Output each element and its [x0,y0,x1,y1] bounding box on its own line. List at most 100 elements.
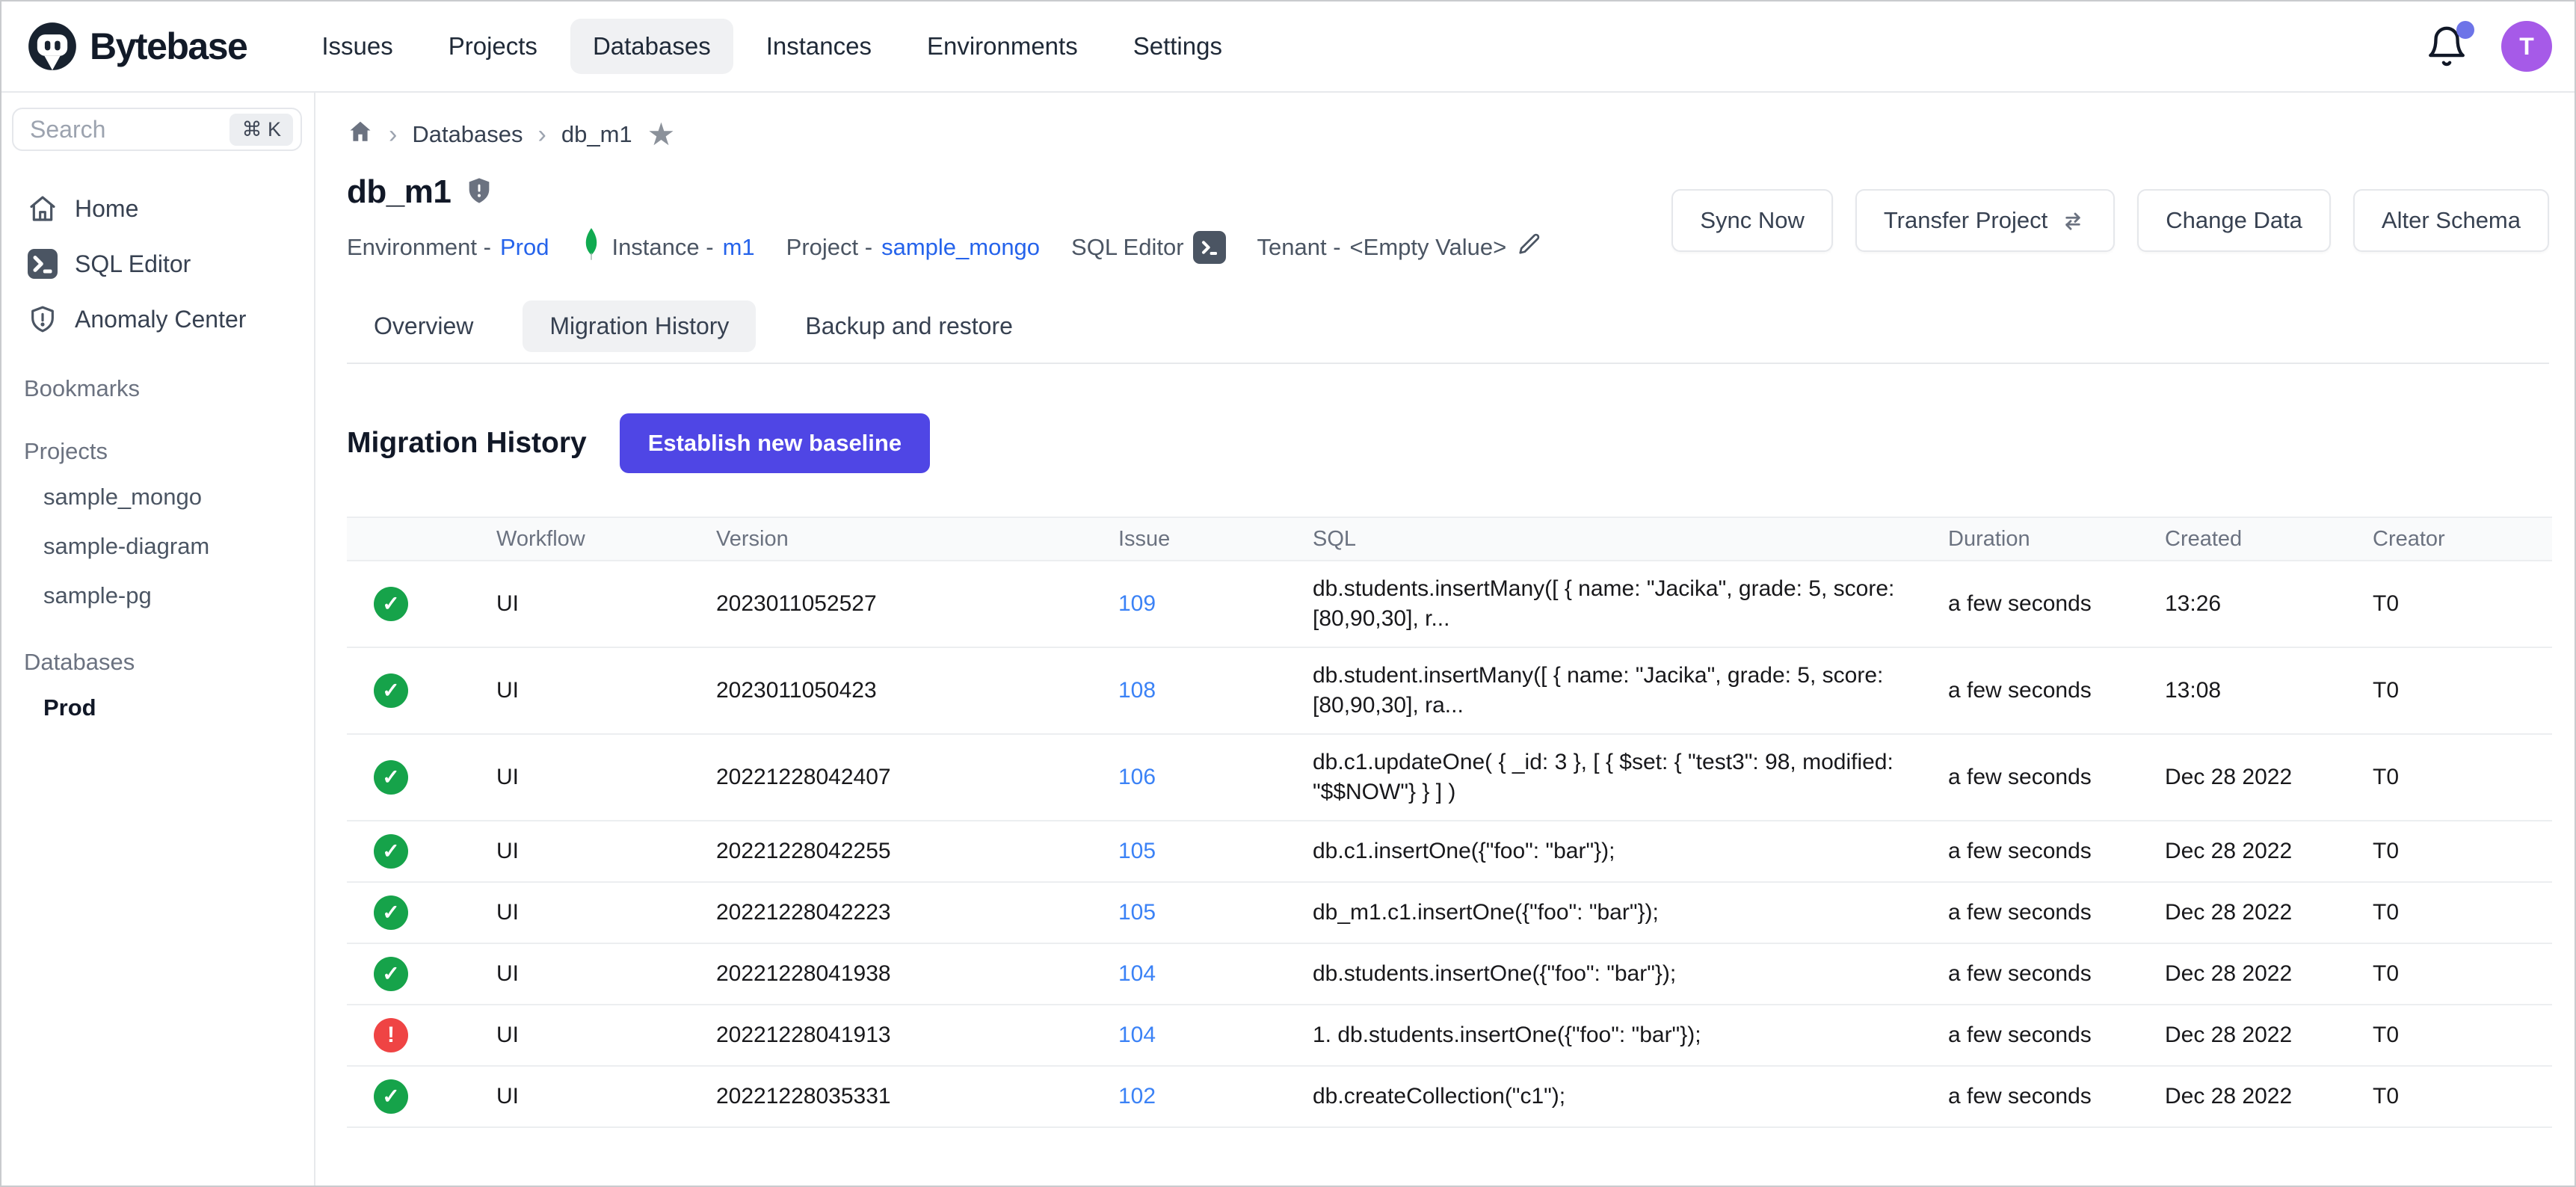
issue-link[interactable]: 104 [1118,1023,1156,1047]
nav-item-environments[interactable]: Environments [905,19,1100,74]
table-row[interactable]: UI 2023011052527 109 db.students.insertM… [347,561,2552,647]
cell-status [347,734,496,821]
col-duration: Duration [1948,517,2165,561]
issue-link[interactable]: 108 [1118,678,1156,703]
transfer-arrows-icon [2059,207,2086,234]
meta-label: SQL Editor [1071,234,1183,261]
cell-sql: db.c1.insertOne({"foo": "bar"}); [1313,821,1948,882]
instance-link[interactable]: m1 [723,234,755,261]
cell-sql: db.students.insertMany([ { name: "Jacika… [1313,561,1948,647]
cell-duration: a few seconds [1948,1066,2165,1127]
cell-creator: T0 [2373,1005,2552,1066]
sidebar-item-anomaly-center[interactable]: Anomaly Center [10,292,303,347]
table-row[interactable]: UI 20221228042255 105 db.c1.insertOne({"… [347,821,2552,882]
chevron-right-icon: › [389,120,397,149]
issue-link[interactable]: 104 [1118,961,1156,986]
cell-issue: 108 [1118,647,1313,734]
sidebar-section-projects: Projects sample_mongo sample-diagram sam… [10,431,303,620]
breadcrumb-databases[interactable]: Databases [412,121,523,148]
cell-workflow: UI [496,943,716,1005]
brand[interactable]: Bytebase [27,21,247,72]
cell-issue: 105 [1118,882,1313,943]
table-row[interactable]: UI 20221228042407 106 db.c1.updateOne( {… [347,734,2552,821]
nav-item-instances[interactable]: Instances [744,19,894,74]
nav-item-issues[interactable]: Issues [299,19,415,74]
cell-version: 2023011050423 [716,647,1118,734]
search-input[interactable]: Search ⌘ K [12,108,302,151]
cell-duration: a few seconds [1948,561,2165,647]
transfer-project-button[interactable]: Transfer Project [1855,189,2115,252]
issue-link[interactable]: 102 [1118,1084,1156,1109]
section-title: Bookmarks [10,368,303,410]
sidebar-project-sample-diagram[interactable]: sample-diagram [10,522,303,571]
search-shortcut-badge: ⌘ K [229,114,293,146]
issue-link[interactable]: 106 [1118,765,1156,789]
sidebar-item-sql-editor[interactable]: SQL Editor [10,236,303,292]
change-data-button[interactable]: Change Data [2137,189,2331,252]
alter-schema-button[interactable]: Alter Schema [2353,189,2549,252]
environment-link[interactable]: Prod [500,234,549,261]
cell-status [347,647,496,734]
main-nav: Issues Projects Databases Instances Envi… [299,19,1245,74]
establish-baseline-button[interactable]: Establish new baseline [620,413,930,473]
notification-badge [2456,21,2474,39]
cell-version: 2023011052527 [716,561,1118,647]
project-link[interactable]: sample_mongo [881,234,1040,261]
sidebar-database-prod[interactable]: Prod [10,683,303,733]
issue-link[interactable]: 105 [1118,900,1156,925]
issue-link[interactable]: 105 [1118,839,1156,863]
cell-sql: db.createCollection("c1"); [1313,1066,1948,1127]
cell-status [347,943,496,1005]
breadcrumb-home-icon[interactable] [347,118,374,151]
sidebar-item-label: SQL Editor [75,250,191,278]
cell-workflow: UI [496,821,716,882]
tab-backup-and-restore[interactable]: Backup and restore [778,300,1040,352]
bookmark-star-icon[interactable]: ★ [647,119,676,150]
col-status [347,517,496,561]
user-avatar[interactable]: T [2501,21,2552,72]
nav-item-settings[interactable]: Settings [1111,19,1245,74]
cell-sql: db.student.insertMany([ { name: "Jacika"… [1313,647,1948,734]
cell-issue: 105 [1118,821,1313,882]
table-row[interactable]: UI 20221228041913 104 1. db.students.ins… [347,1005,2552,1066]
cell-issue: 109 [1118,561,1313,647]
sidebar-project-sample-mongo[interactable]: sample_mongo [10,472,303,522]
cell-duration: a few seconds [1948,734,2165,821]
table-row[interactable]: UI 2023011050423 108 db.student.insertMa… [347,647,2552,734]
sync-now-button[interactable]: Sync Now [1671,189,1833,252]
tab-overview[interactable]: Overview [347,300,500,352]
breadcrumb-db-m1[interactable]: db_m1 [561,121,632,148]
sidebar-item-home[interactable]: Home [10,181,303,236]
meta-label: Environment - [347,234,491,261]
notification-bell-icon[interactable] [2425,24,2468,69]
database-tabs: Overview Migration History Backup and re… [347,300,2549,364]
cell-duration: a few seconds [1948,943,2165,1005]
nav-item-projects[interactable]: Projects [426,19,560,74]
cell-workflow: UI [496,647,716,734]
status-icon [374,957,408,991]
table-row[interactable]: UI 20221228041938 104 db.students.insert… [347,943,2552,1005]
sidebar: Search ⌘ K Home [1,93,315,1186]
table-row[interactable]: UI 20221228042223 105 db_m1.c1.insertOne… [347,882,2552,943]
nav-item-databases[interactable]: Databases [570,19,733,74]
edit-pencil-icon[interactable] [1515,231,1542,264]
tab-migration-history[interactable]: Migration History [523,300,756,352]
col-sql: SQL [1313,517,1948,561]
cell-workflow: UI [496,734,716,821]
brand-name: Bytebase [90,25,247,68]
col-version: Version [716,517,1118,561]
cell-status [347,821,496,882]
sidebar-project-sample-pg[interactable]: sample-pg [10,571,303,620]
shield-alert-icon [464,176,494,209]
cell-duration: a few seconds [1948,1005,2165,1066]
bytebase-logo-icon [27,21,78,72]
action-buttons: Sync Now Transfer Project Change Data Al… [1671,189,2549,252]
cell-sql: db_m1.c1.insertOne({"foo": "bar"}); [1313,882,1948,943]
cell-sql: db.students.insertOne({"foo": "bar"}); [1313,943,1948,1005]
status-icon [374,834,408,869]
button-label: Change Data [2166,207,2302,234]
meta-sql-editor[interactable]: SQL Editor [1071,231,1225,264]
cell-created: Dec 28 2022 [2165,1005,2373,1066]
issue-link[interactable]: 109 [1118,591,1156,616]
table-row[interactable]: UI 20221228035331 102 db.createCollectio… [347,1066,2552,1127]
